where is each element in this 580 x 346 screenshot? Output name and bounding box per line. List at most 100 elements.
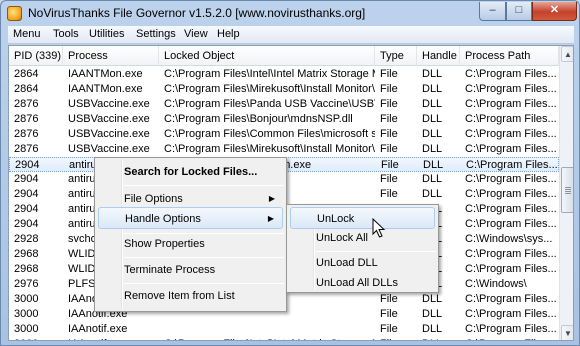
cell-process-path: C:\Program Files... — [465, 203, 557, 215]
menu-item-handle-options[interactable]: Handle Options ▶ — [98, 207, 283, 229]
cell-pid: 2876 — [14, 128, 39, 140]
table-row[interactable]: 2864 IAANTMon.exe C:\Program Files\Intel\I… — [9, 67, 559, 82]
cell-process: USBVaccine.exe — [68, 113, 150, 125]
cell-type: File — [380, 98, 398, 110]
vertical-scrollbar[interactable]: ▲ ▼ — [559, 46, 573, 340]
menu-separator — [124, 257, 284, 258]
cell-type: File — [380, 68, 398, 80]
cell-pid: 2904 — [14, 218, 39, 230]
cell-process-path: C:\Program Files... — [465, 188, 557, 200]
menu-item-label: UnLock All — [316, 232, 368, 244]
menu-bar: Menu Tools Utilities Settings View Help — [8, 26, 574, 44]
menu-item-unload-all-dlls[interactable]: UnLoad All DLLs — [290, 272, 435, 294]
cell-pid: 3000 — [9, 337, 63, 340]
cell-pid: 2928 — [14, 233, 39, 245]
cell-pid: 2968 — [14, 263, 39, 275]
minimize-button[interactable]: – — [479, 2, 506, 21]
scroll-grip-line — [565, 193, 571, 194]
cell-type: File — [381, 159, 399, 171]
cell-process-path: C:\Program Files... — [465, 263, 557, 275]
menu-item-remove-item[interactable]: Remove Item from List — [98, 285, 283, 307]
cell-locked-object: C:\Program Files\Bonjour\mdnsNSP.dll — [164, 113, 353, 125]
cell-process-path: C:\Program Files... — [465, 68, 557, 80]
cell-pid: 2904 — [14, 173, 39, 185]
cell-handle: DLL — [422, 293, 443, 305]
cell-pid: 2968 — [14, 248, 39, 260]
cell-pid: 2904 — [14, 188, 39, 200]
menu-utilities[interactable]: Utilities — [87, 28, 126, 40]
menu-item-label: UnLoad All DLLs — [316, 277, 398, 289]
column-header-process[interactable]: Process — [63, 46, 159, 66]
cell-handle: DLL — [422, 98, 443, 110]
menu-item-search-locked-files[interactable]: Search for Locked Files... — [98, 161, 283, 183]
app-icon[interactable] — [7, 6, 22, 21]
cell-pid: 3000 — [14, 293, 39, 305]
locked-files-list[interactable]: PID (339) Process Locked Object Type Han… — [8, 45, 574, 341]
column-header-handle[interactable]: Handle — [417, 46, 460, 66]
table-row[interactable]: 2876 USBVaccine.exe C:\Program Files\Panda… — [9, 97, 559, 112]
column-header-process-path[interactable]: Process Path — [460, 46, 559, 66]
menu-settings[interactable]: Settings — [134, 28, 178, 40]
column-header-locked-object[interactable]: Locked Object — [159, 46, 375, 66]
cell-locked-object: C:\Program Files\Common Files\microsoft … — [164, 128, 375, 140]
scroll-down-arrow-icon[interactable]: ▼ — [561, 325, 573, 340]
menu-item-label: Remove Item from List — [124, 290, 235, 302]
cell-process-path: C:\Program Files... — [465, 293, 557, 305]
handle-options-submenu: UnLock UnLock All UnLoad DLL UnLoad All … — [286, 204, 439, 293]
cell-handle: DLL — [422, 323, 443, 335]
cell-process-path: C:\Program Files... — [465, 83, 557, 95]
table-row[interactable]: 2876 USBVaccine.exe C:\Program Files\Commo… — [9, 127, 559, 142]
app-window: NoVirusThanks File Governor v1.5.2.0 [ww… — [0, 0, 580, 346]
scroll-grip-line — [565, 189, 571, 190]
menu-item-terminate-process[interactable]: Terminate Process — [98, 259, 283, 281]
menu-item-unload-dll[interactable]: UnLoad DLL — [290, 252, 435, 274]
menu-help[interactable]: Help — [215, 28, 242, 40]
list-header: PID (339) Process Locked Object Type Han… — [9, 46, 559, 66]
cell-type: File — [380, 128, 398, 140]
cell-handle: DLL — [422, 128, 443, 140]
menu-item-show-properties[interactable]: Show Properties — [98, 233, 283, 255]
menu-item-label: Terminate Process — [124, 264, 216, 276]
cell-pid: 2864 — [14, 83, 39, 95]
close-button[interactable]: ✕ — [532, 2, 577, 21]
cell-pid: 3000 — [14, 323, 39, 335]
table-row[interactable]: 2876 USBVaccine.exe C:\Program Files\Mirek… — [9, 142, 559, 157]
scroll-up-arrow-icon[interactable]: ▲ — [561, 46, 573, 62]
cell-process-path: C:\Program Files... — [465, 143, 557, 155]
table-row[interactable]: 2864 IAANTMon.exe C:\Program Files\Mirekus… — [9, 82, 559, 97]
cell-process: IAANTMon.exe — [68, 68, 143, 80]
cell-handle: DLL — [422, 143, 443, 155]
menu-menu[interactable]: Menu — [11, 28, 43, 40]
cell-handle: DLL — [417, 337, 460, 340]
scroll-thumb[interactable] — [561, 167, 573, 213]
cell-handle: DLL — [422, 113, 443, 125]
context-menu: Search for Locked Files... File Options … — [94, 157, 287, 312]
menu-view[interactable]: View — [182, 28, 210, 40]
cell-process-path: C:\Program Files... — [465, 218, 557, 230]
table-row[interactable]: 3000 IAAnotif.exe File DLL C:\Program Files.… — [9, 322, 559, 337]
menu-item-unlock[interactable]: UnLock — [290, 207, 435, 229]
cell-handle: DLL — [423, 159, 444, 171]
cell-process-path: C:\Program Files... — [466, 159, 558, 171]
cell-locked-object: C:\Program Files\Intel\Intel Matrix Stor… — [164, 68, 375, 80]
cell-pid: 3000 — [14, 308, 39, 320]
column-header-pid[interactable]: PID (339) — [9, 46, 63, 66]
cell-type: File — [380, 293, 398, 305]
table-row[interactable]: 3000IAAnotif.exeC:\Program Files\Intel\I… — [9, 337, 559, 340]
table-row[interactable]: 2876 USBVaccine.exe C:\Program Files\Bonjo… — [9, 112, 559, 127]
menu-item-label: Show Properties — [124, 238, 205, 250]
cell-process: IAANTMon.exe — [68, 83, 143, 95]
title-bar[interactable]: NoVirusThanks File Governor v1.5.2.0 [ww… — [1, 1, 579, 26]
column-header-type[interactable]: Type — [375, 46, 417, 66]
cell-handle: DLL — [422, 83, 443, 95]
cell-handle: DLL — [422, 173, 443, 185]
cell-locked-object: C:\Program Files\Mirekusoft\Install Moni… — [164, 143, 375, 155]
cell-process: IAAnotif.exe — [63, 337, 159, 340]
cell-type: File — [380, 188, 398, 200]
maximize-button[interactable]: □ — [506, 2, 532, 21]
cell-type: File — [380, 308, 398, 320]
cell-locked-object: C:\Program Files\Panda USB Vaccine\USBVa… — [164, 98, 375, 110]
menu-item-unlock-all[interactable]: UnLock All — [290, 227, 435, 249]
menu-tools[interactable]: Tools — [51, 28, 81, 40]
menu-separator — [124, 185, 284, 186]
